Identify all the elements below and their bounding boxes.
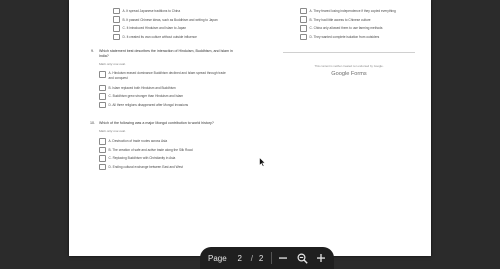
oval-checkbox[interactable] <box>300 16 307 23</box>
minus-icon <box>279 257 288 259</box>
oval-checkbox[interactable] <box>99 163 106 171</box>
option-label: C. China only allowed them to use farmin… <box>309 26 383 31</box>
oval-checkbox[interactable] <box>113 33 120 41</box>
oval-checkbox[interactable] <box>99 138 106 145</box>
page-separator: / <box>250 253 253 263</box>
option-item[interactable]: C. Replacing Buddhism with Christianity … <box>99 155 279 162</box>
oval-checkbox[interactable] <box>99 93 106 100</box>
option-item[interactable]: D. All three religions disappeared after… <box>99 101 279 109</box>
oval-checkbox[interactable] <box>300 7 307 15</box>
mouse-cursor-icon <box>259 157 266 167</box>
question-10: Which of the following was a major Mongo… <box>99 121 279 173</box>
mark-instruction: Mark only one oval. <box>99 129 126 134</box>
option-label: D. It created its own culture without ou… <box>122 34 197 39</box>
oval-checkbox[interactable] <box>99 146 106 154</box>
oval-checkbox[interactable] <box>99 71 106 78</box>
oval-checkbox[interactable] <box>113 25 120 32</box>
option-item[interactable]: B. The creation of safe and active trade… <box>99 146 279 154</box>
option-item[interactable]: D. They wanted complete isolation from o… <box>300 33 396 41</box>
question-9: Which statement best describes the inter… <box>99 49 279 111</box>
option-label: A. Hinduism erased dominance Buddhism de… <box>108 71 226 76</box>
oval-checkbox[interactable] <box>99 155 106 162</box>
oval-checkbox[interactable] <box>113 16 120 23</box>
option-label-cont: and conquest <box>108 76 128 80</box>
option-label: A. It spread Japanese traditions to Chin… <box>122 9 181 14</box>
option-label: C. Replacing Buddhism with Christianity … <box>108 156 176 161</box>
option-label: B. They had little access to Chinese cul… <box>309 17 371 22</box>
question-number: 9. <box>91 49 94 53</box>
option-item[interactable]: C. Buddhism grew stronger than Hinduism … <box>99 93 279 100</box>
oval-checkbox[interactable] <box>300 25 307 32</box>
toolbar-divider <box>271 252 273 264</box>
current-page-input[interactable]: 2 <box>235 254 245 263</box>
option-item[interactable]: A. They feared losing independence if th… <box>300 7 396 15</box>
option-label: D. They wanted complete isolation from o… <box>309 34 380 39</box>
magnifier-icon <box>297 252 308 264</box>
option-item[interactable]: C. China only allowed them to use farmin… <box>300 25 396 32</box>
prev-question-left-options: A. It spread Japanese traditions to Chin… <box>113 7 218 42</box>
oval-checkbox[interactable] <box>99 84 106 92</box>
plus-icon <box>317 254 326 262</box>
prev-question-right-options: A. They feared losing independence if th… <box>300 7 396 42</box>
option-label: A. Destruction of trade routes across As… <box>108 139 168 144</box>
endorsement-note: This content is neither created nor endo… <box>314 64 384 68</box>
mark-instruction: Mark only one oval. <box>99 62 126 67</box>
google-forms-logo: Google Forms <box>331 71 367 77</box>
option-item[interactable]: B. It passed Chinese ideas, such as Budd… <box>113 16 218 23</box>
option-label: B. Islam replaced both Hinduism and Budd… <box>108 85 176 90</box>
option-item[interactable]: A. Destruction of trade routes across As… <box>99 138 279 145</box>
option-item[interactable]: C. It introduced Hinduism and Islam to J… <box>113 25 218 32</box>
option-label: D. Ending cultural exchange between East… <box>108 165 183 170</box>
option-item[interactable]: B. Islam replaced both Hinduism and Budd… <box>99 84 279 92</box>
option-item[interactable]: B. They had little access to Chinese cul… <box>300 16 396 23</box>
option-item[interactable]: A. Hinduism erased dominance Buddhism de… <box>99 71 279 82</box>
pdf-toolbar: Page 2 / 2 <box>200 247 334 269</box>
total-pages: 2 <box>258 253 264 263</box>
zoom-fit-button[interactable] <box>294 250 310 266</box>
oval-checkbox[interactable] <box>113 7 120 15</box>
option-label: C. It introduced Hinduism and Islam to J… <box>122 26 187 31</box>
pdf-page: A. It spread Japanese traditions to Chin… <box>69 0 431 256</box>
oval-checkbox[interactable] <box>99 101 106 109</box>
option-label: A. They feared losing independence if th… <box>309 9 396 14</box>
option-label: B. The creation of safe and active trade… <box>108 147 193 152</box>
option-item[interactable]: D. Ending cultural exchange between East… <box>99 163 279 171</box>
zoom-out-button[interactable] <box>275 250 291 266</box>
option-label: B. It passed Chinese ideas, such as Budd… <box>122 17 218 22</box>
zoom-in-button[interactable] <box>313 250 329 266</box>
question-text: Which of the following was a major Mongo… <box>99 121 214 125</box>
option-item[interactable]: A. It spread Japanese traditions to Chin… <box>113 7 218 15</box>
question-text: Which statement best describes the inter… <box>99 49 233 59</box>
option-label: D. All three religions disappeared after… <box>108 103 189 108</box>
oval-checkbox[interactable] <box>300 33 307 41</box>
option-item[interactable]: D. It created its own culture without ou… <box>113 33 218 41</box>
page-label: Page <box>208 253 227 263</box>
option-label: C. Buddhism grew stronger than Hinduism … <box>108 94 184 99</box>
question-number: 10. <box>90 121 95 125</box>
divider <box>283 52 415 53</box>
